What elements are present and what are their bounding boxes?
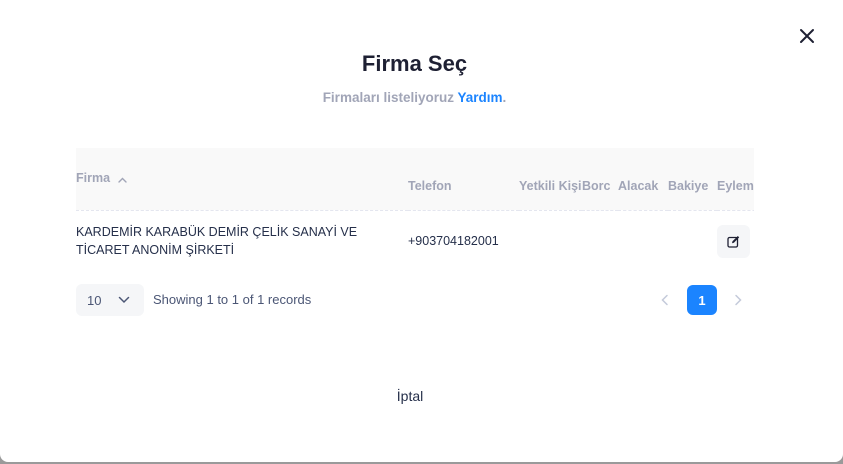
chevron-left-icon	[661, 294, 668, 306]
chevron-right-icon	[735, 294, 742, 306]
column-header-yetkili[interactable]: Yetkili Kişi	[519, 148, 582, 211]
column-header-eylem: Eylem	[717, 148, 754, 211]
table-header-row: Firma Telefon Yetkili Kişi Borc Alacak B…	[76, 148, 754, 211]
subtitle-text: Firmaları listeliyoruz	[322, 90, 454, 105]
column-header-borc[interactable]: Borc	[582, 148, 618, 211]
help-link[interactable]: Yardım	[458, 90, 503, 105]
page-size-value: 10	[87, 292, 102, 308]
firma-table: Firma Telefon Yetkili Kişi Borc Alacak B…	[76, 148, 754, 261]
cell-telefon: +903704182001	[408, 234, 499, 249]
cell-alacak	[618, 210, 668, 261]
records-info: Showing 1 to 1 of 1 records	[153, 292, 312, 307]
column-header-firma[interactable]: Firma	[76, 148, 408, 211]
column-header-telefon[interactable]: Telefon	[408, 148, 519, 211]
close-icon	[800, 29, 814, 43]
page-size-select[interactable]: 10	[76, 284, 144, 316]
edit-icon	[727, 235, 740, 248]
firma-select-modal: Firma Seç Firmaları listeliyoruz Yardım.…	[0, 0, 843, 462]
modal-title: Firma Seç	[361, 51, 468, 76]
column-header-alacak[interactable]: Alacak	[618, 148, 668, 211]
cell-firma: KARDEMİR KARABÜK DEMİR ÇELİK SANAYİ VE T…	[76, 225, 358, 258]
cell-yetkili	[519, 210, 582, 261]
cell-eylem	[717, 210, 754, 261]
edit-button[interactable]	[717, 224, 750, 258]
column-header-bakiye[interactable]: Bakiye	[668, 148, 717, 211]
cell-borc	[582, 210, 618, 261]
modal-subtitle: Firmaları listeliyoruz Yardım.	[0, 90, 829, 105]
close-button[interactable]	[797, 26, 817, 46]
cancel-button[interactable]: İptal	[380, 382, 440, 410]
previous-page-button[interactable]	[657, 292, 673, 308]
page-button-current[interactable]: 1	[687, 285, 717, 315]
sort-ascending-icon	[117, 170, 127, 188]
chevron-down-icon	[118, 294, 130, 309]
firma-table-container: Firma Telefon Yetkili Kişi Borc Alacak B…	[76, 148, 754, 261]
subtitle-end: .	[502, 90, 507, 105]
table-row: KARDEMİR KARABÜK DEMİR ÇELİK SANAYİ VE T…	[76, 210, 754, 261]
cell-bakiye	[668, 210, 717, 261]
next-page-button[interactable]	[730, 292, 746, 308]
